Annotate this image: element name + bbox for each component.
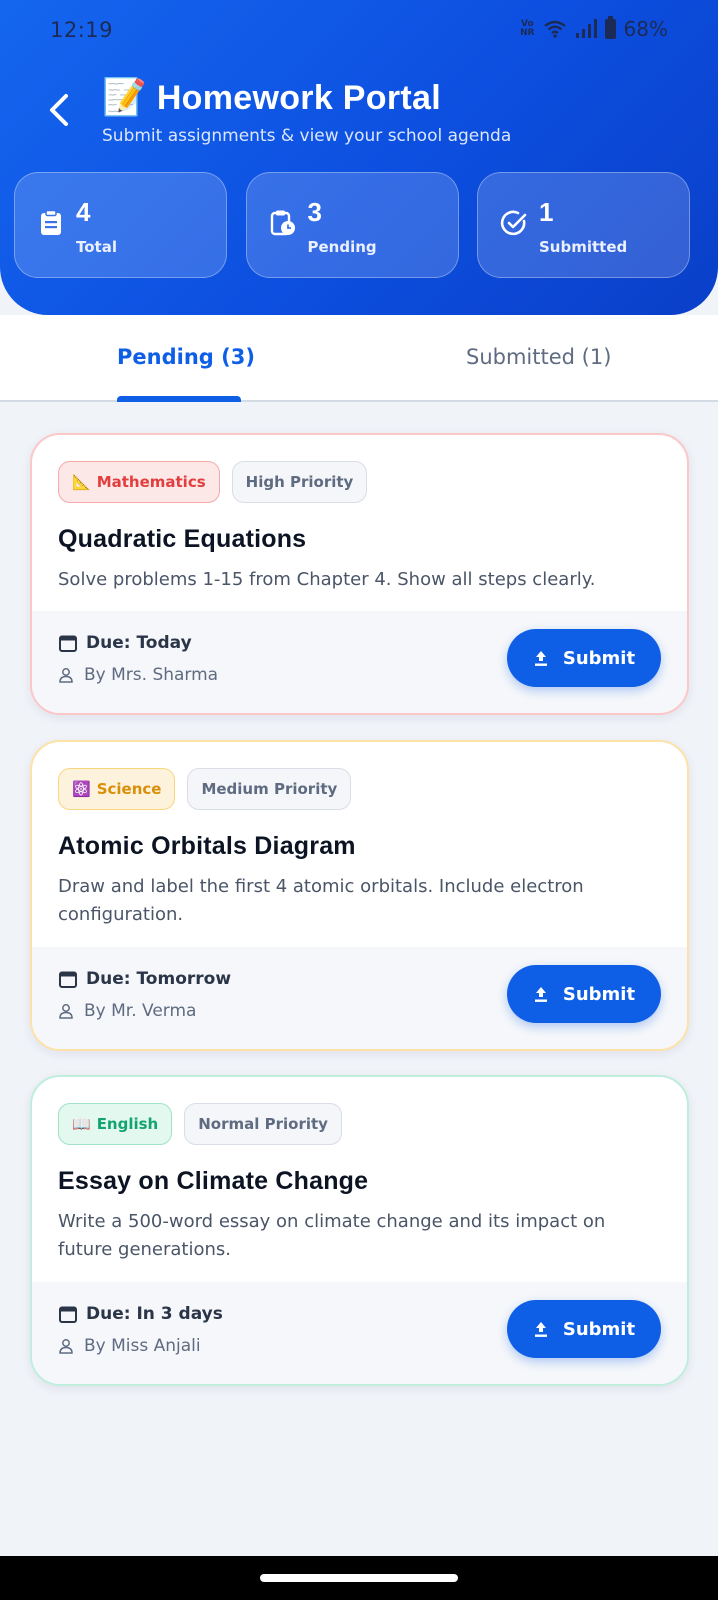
- memo-icon: 📝: [102, 77, 147, 118]
- subject-chip: 📐 Mathematics: [58, 461, 220, 503]
- assignment-title: Essay on Climate Change: [58, 1167, 369, 1195]
- status-bar: 12:19 Vo NR 68%: [0, 0, 718, 62]
- user-icon: [59, 1339, 73, 1354]
- active-tab-indicator: [117, 396, 241, 402]
- submit-button[interactable]: Submit: [507, 629, 661, 687]
- assignment-description: Write a 500-word essay on climate change…: [58, 1211, 606, 1260]
- clipboard-clock-icon: [270, 210, 295, 236]
- battery-level: 68%: [623, 17, 668, 41]
- subject-chip: ⚛️ Science: [58, 768, 176, 810]
- calendar-icon: [59, 971, 77, 988]
- stat-card-submitted: 1 Submitted: [477, 172, 690, 278]
- subject-label: Mathematics: [96, 473, 206, 491]
- teacher: By Miss Anjali: [58, 1336, 201, 1356]
- stat-submitted-label: Submitted: [539, 238, 628, 256]
- due-label: Due: In 3 days: [86, 1304, 223, 1324]
- stat-pending-label: Pending: [307, 238, 377, 256]
- priority-chip: Normal Priority: [184, 1103, 342, 1145]
- subject-chip: 📖 English: [58, 1103, 173, 1145]
- subject-label: English: [96, 1115, 159, 1133]
- due-date: Due: Tomorrow: [58, 969, 231, 989]
- priority-chip: Medium Priority: [187, 768, 352, 810]
- assignment-card[interactable]: 📖 English Normal Priority Essay on Clima…: [30, 1075, 689, 1386]
- user-icon: [59, 1004, 73, 1019]
- teacher: By Mrs. Sharma: [58, 665, 218, 685]
- tab-pending[interactable]: Pending (3): [117, 345, 255, 369]
- upload-icon: [534, 987, 547, 1002]
- signal-icon: [575, 19, 597, 38]
- due-date: Due: Today: [58, 633, 192, 653]
- submit-label: Submit: [562, 1318, 636, 1340]
- stat-total-label: Total: [76, 238, 117, 256]
- stat-pending-value: 3: [307, 197, 322, 227]
- stat-total-value: 4: [76, 197, 91, 227]
- priority-chip: High Priority: [231, 461, 368, 503]
- home-gesture-handle[interactable]: [260, 1574, 458, 1582]
- check-circle-icon: [500, 210, 527, 236]
- page-title: Homework Portal: [156, 78, 441, 117]
- teacher: By Mr. Verma: [58, 1001, 196, 1021]
- stats-row: 4 Total 3 Pending 1 Submitted: [14, 172, 690, 278]
- volte-icon: Vo NR: [520, 19, 535, 38]
- atom-icon: ⚛️: [72, 780, 91, 798]
- submit-button[interactable]: Submit: [507, 965, 661, 1023]
- assignment-title: Atomic Orbitals Diagram: [58, 832, 356, 860]
- due-label: Due: Today: [86, 633, 192, 653]
- system-nav-bar: [0, 1556, 718, 1600]
- upload-icon: [534, 1322, 547, 1337]
- open-book-icon: 📖: [72, 1115, 91, 1133]
- stat-submitted-value: 1: [539, 197, 554, 227]
- status-icons: Vo NR 68%: [520, 16, 668, 41]
- calendar-icon: [59, 635, 77, 652]
- stat-card-pending: 3 Pending: [245, 172, 459, 278]
- card-footer: Due: Tomorrow By Mr. Verma Submit: [32, 947, 687, 1049]
- tab-submitted[interactable]: Submitted (1): [466, 345, 611, 369]
- stat-card-total: 4 Total: [14, 172, 227, 278]
- card-footer: Due: In 3 days By Miss Anjali Submit: [32, 1282, 687, 1384]
- assignment-description: Solve problems 1-15 from Chapter 4. Show…: [58, 569, 596, 590]
- due-date: Due: In 3 days: [58, 1304, 223, 1324]
- upload-icon: [534, 651, 547, 666]
- submit-label: Submit: [562, 647, 636, 669]
- back-arrow-icon[interactable]: [42, 88, 82, 132]
- card-footer: Due: Today By Mrs. Sharma Submit: [32, 611, 687, 713]
- submit-label: Submit: [562, 983, 636, 1005]
- calendar-icon: [59, 1306, 77, 1323]
- assignment-card[interactable]: ⚛️ Science Medium Priority Atomic Orbita…: [30, 740, 689, 1051]
- triangle-ruler-icon: 📐: [72, 473, 91, 491]
- battery-icon: [604, 16, 616, 39]
- teacher-label: By Miss Anjali: [84, 1336, 201, 1356]
- teacher-label: By Mrs. Sharma: [84, 665, 219, 685]
- wifi-icon: [543, 20, 566, 38]
- tab-bar: Pending (3) Submitted (1): [0, 315, 718, 402]
- assignment-description: Draw and label the first 4 atomic orbita…: [58, 876, 584, 925]
- teacher-label: By Mr. Verma: [84, 1001, 197, 1021]
- page-subtitle: Submit assignments & view your school ag…: [102, 126, 512, 146]
- assignment-title: Quadratic Equations: [58, 525, 307, 553]
- title-row: 📝 Homework Portal: [102, 76, 441, 120]
- submit-button[interactable]: Submit: [507, 1300, 661, 1358]
- status-time: 12:19: [50, 18, 114, 42]
- subject-label: Science: [96, 780, 162, 798]
- due-label: Due: Tomorrow: [86, 969, 232, 989]
- assignment-card[interactable]: 📐 Mathematics High Priority Quadratic Eq…: [30, 433, 689, 715]
- user-icon: [59, 668, 73, 683]
- clipboard-list-icon: [41, 209, 61, 235]
- header: 12:19 Vo NR 68% 📝 Homework Portal Submit…: [0, 0, 718, 315]
